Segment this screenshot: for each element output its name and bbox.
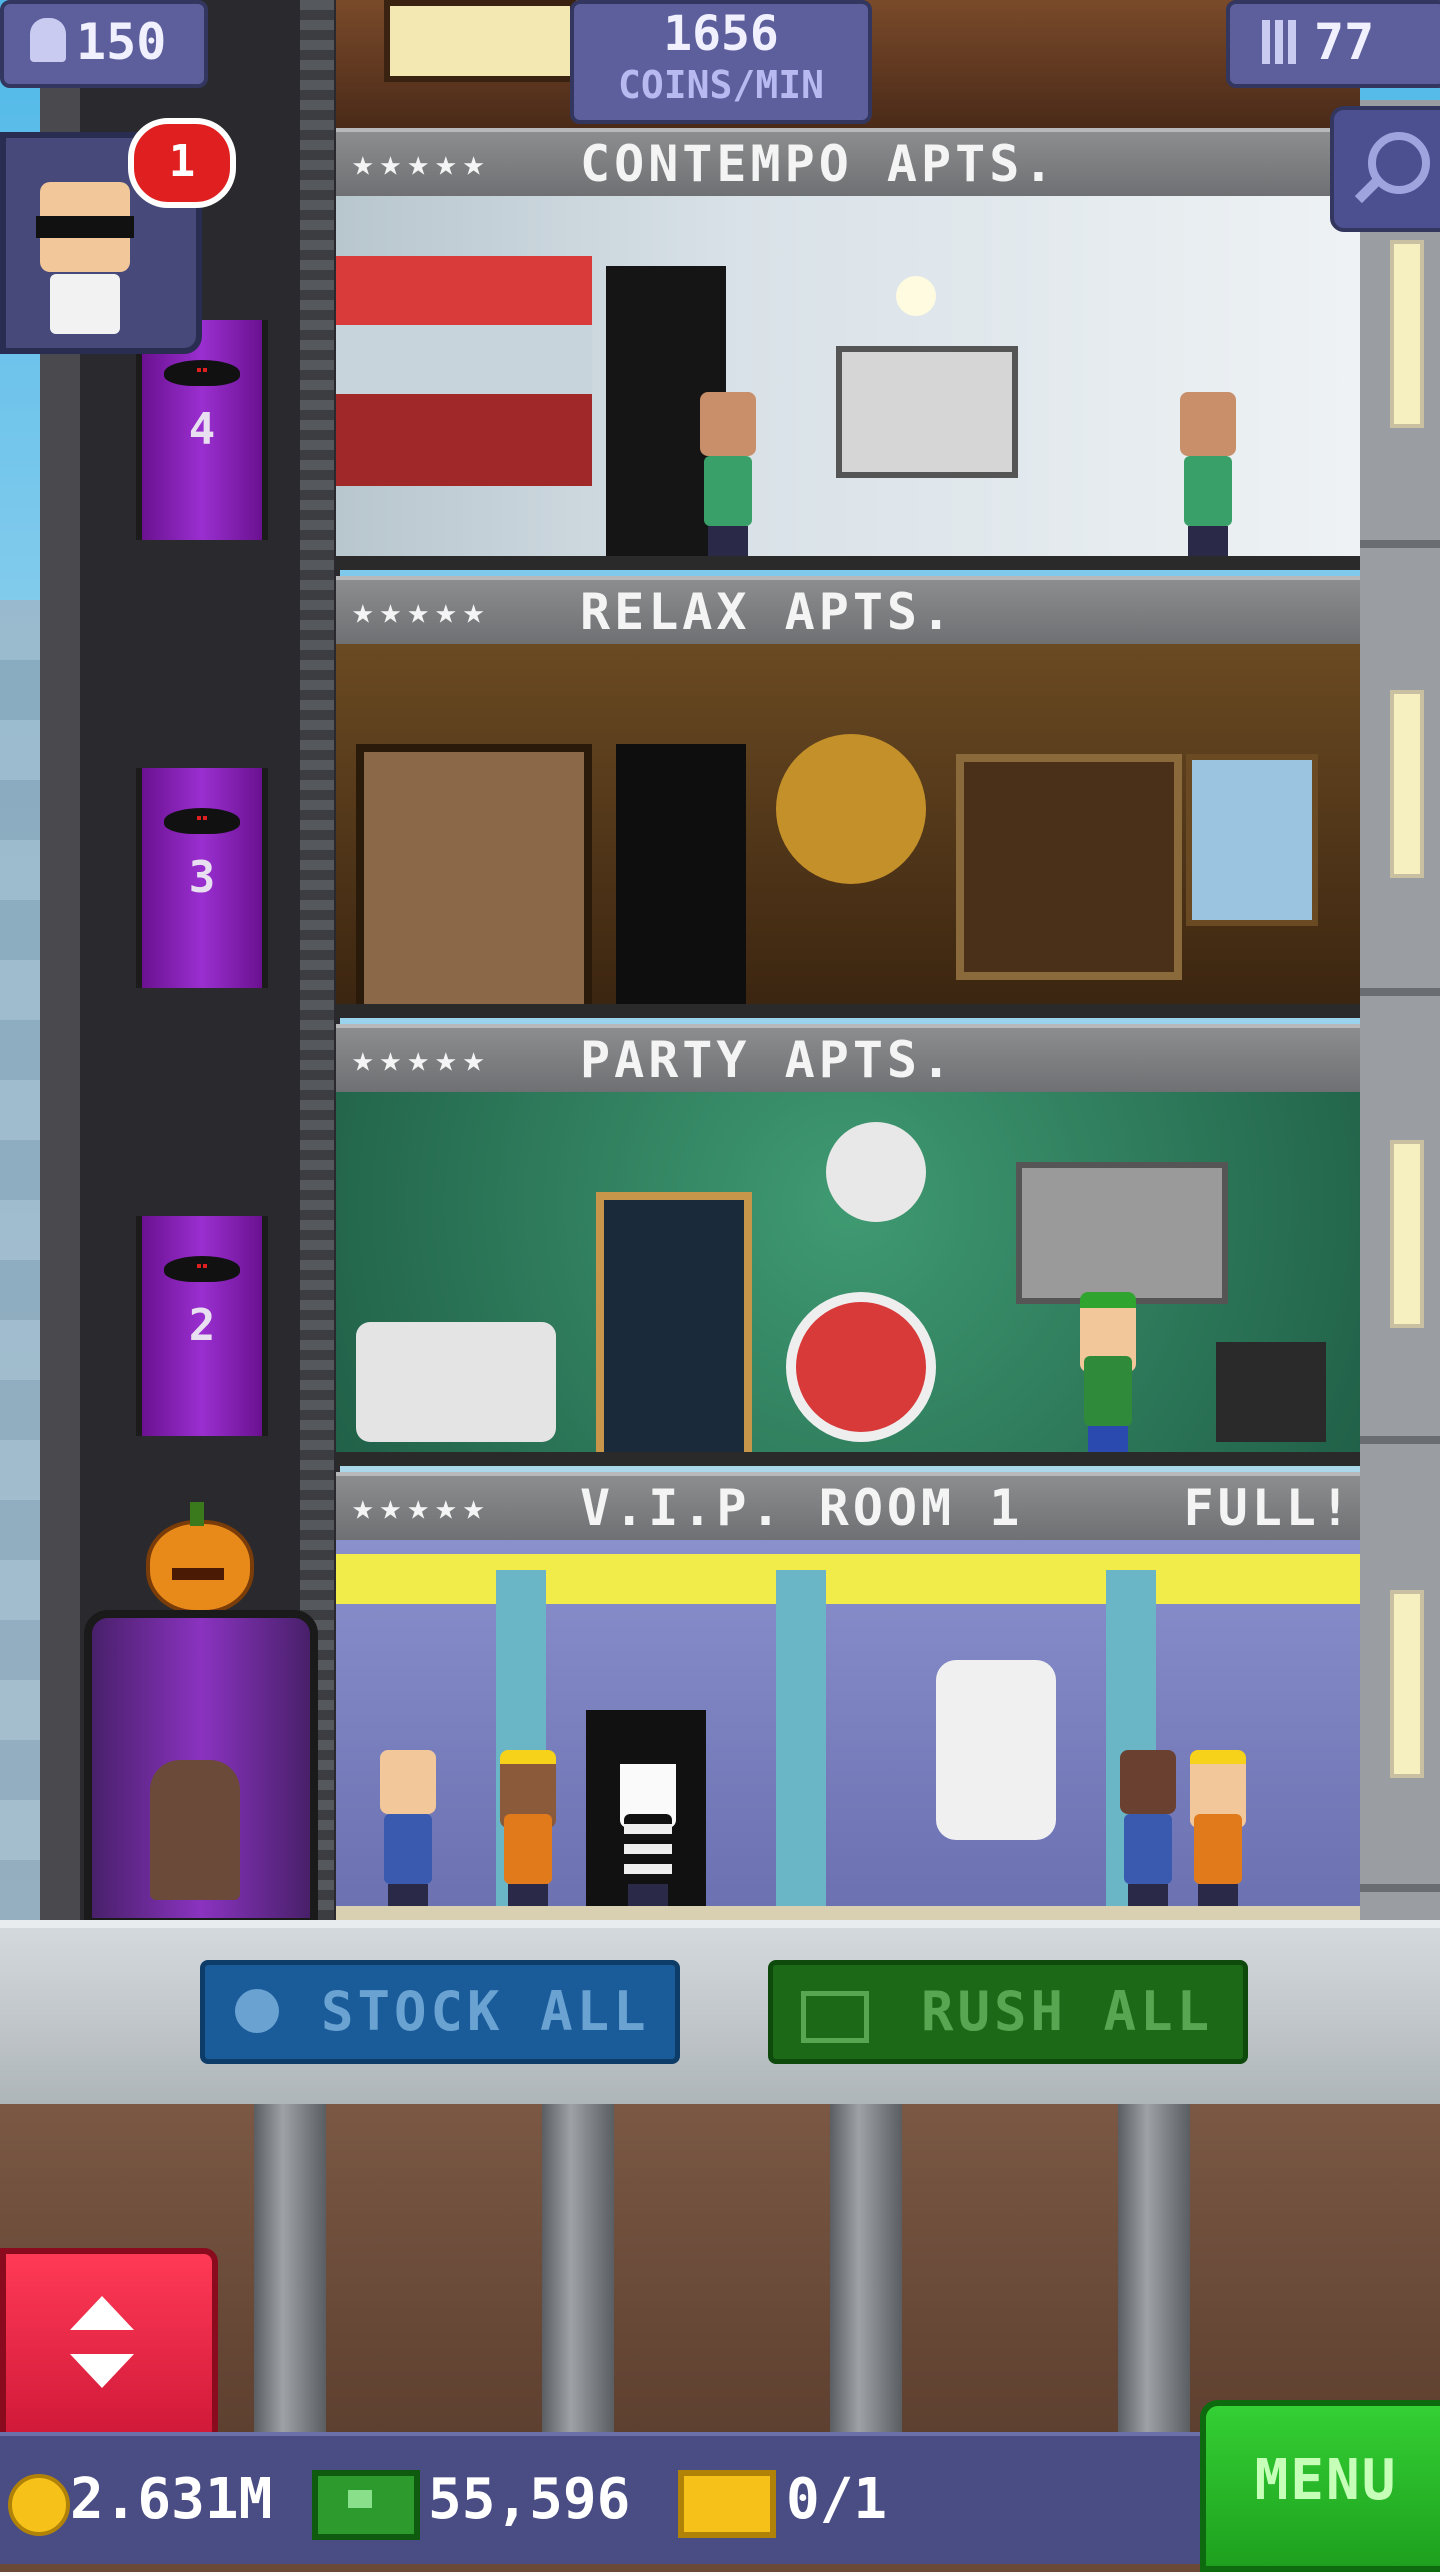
notification-badge[interactable]: 1 [128,118,236,208]
wall-light [1390,1140,1424,1328]
population-counter[interactable]: 150 [0,0,208,88]
avatar-shirt [50,274,120,334]
room-label-vip[interactable]: ★★★★★ V.I.P. ROOM 1 FULL! [336,1472,1360,1546]
resident[interactable] [1076,1292,1140,1462]
coins-per-min-display: 1656 COINS/MIN [570,0,872,124]
star-rating: ★★★★★ [352,591,491,632]
window-red [336,256,592,486]
stock-all-label: STOCK ALL [321,1980,650,2043]
floor-number-3: 3 [136,768,268,988]
star-rating: ★★★★★ [352,1039,491,1080]
rush-all-label: RUSH ALL [921,1980,1214,2043]
ceiling-lights [336,1554,1360,1604]
floor-count-value: 77 [1314,13,1375,71]
wall-light [1390,1590,1424,1778]
bat-icon [164,808,240,834]
star-rating: ★★★★★ [352,1487,491,1528]
up-arrow-icon [70,2296,134,2330]
lobby-pillar [830,2104,902,2434]
bat-icon [164,360,240,386]
resident[interactable] [1176,392,1240,562]
room-name: V.I.P. ROOM 1 [580,1479,1024,1537]
room-relax-apts[interactable] [336,644,1360,1018]
tickets-value[interactable]: 0/1 [786,2460,887,2540]
down-arrow-icon [70,2354,134,2388]
room-party-apts[interactable] [336,1092,1360,1466]
elevator-button[interactable] [0,2248,218,2444]
pumpkin-icon [146,1502,254,1614]
room-name: CONTEMPO APTS. [580,135,1058,193]
floor-number-2: 2 [136,1216,268,1436]
sunglasses [36,216,134,238]
magnifier-handle [1354,174,1384,204]
bux-icon [312,2470,420,2540]
floor-counter[interactable]: 77 [1226,0,1440,88]
visitor[interactable] [1116,1750,1180,1920]
door [596,1192,752,1466]
unicorn-statue [936,1660,1056,1840]
window [1186,754,1318,926]
stock-all-button[interactable]: STOCK ALL [200,1960,680,2064]
disco-ball [826,1122,926,1222]
visitor[interactable] [376,1750,440,1920]
floor-strip [336,1452,1360,1466]
star-rating: ★★★★★ [352,143,491,184]
bux-value[interactable]: 55,596 [428,2460,630,2540]
tv [1016,1162,1228,1304]
coins-per-min-label: COINS/MIN [618,63,824,107]
visitor[interactable] [616,1750,680,1920]
lobby-pillar [1118,2104,1190,2434]
room-name: RELAX APTS. [580,583,956,641]
person-icon [30,18,66,62]
tv [836,346,1018,478]
floor-strip [336,1906,1360,1920]
shoji-window [356,744,592,1018]
menu-button[interactable]: MENU [1200,2400,1440,2572]
bat-icon [164,1256,240,1282]
coin-icon [8,2474,70,2536]
lantern [776,734,926,884]
building-icon [1262,20,1296,64]
lobby-pillar [542,2104,614,2434]
room-label-party[interactable]: ★★★★★ PARTY APTS. [336,1024,1360,1098]
egg-chair [786,1292,936,1442]
wall-light [1390,690,1424,878]
visitor[interactable] [1186,1750,1250,1920]
room-contempo-apts[interactable] [336,196,1360,570]
lobby-pillar [254,2104,326,2434]
lamp [896,276,936,316]
doorway [616,744,746,1014]
golden-ticket-icon [678,2470,776,2538]
clock-icon [235,1989,279,2033]
window [384,0,576,82]
population-value: 150 [76,13,167,71]
wall-panel [956,754,1182,980]
elevator-passenger[interactable] [150,1760,240,1900]
room-full-status: FULL! [1183,1479,1354,1537]
speaker [1216,1342,1326,1442]
wall-light [1390,240,1424,428]
room-vip-room-1[interactable] [336,1540,1360,1920]
coins-per-min-value: 1656 [663,6,779,62]
room-label-relax[interactable]: ★★★★★ RELAX APTS. [336,576,1360,650]
floor-strip [336,556,1360,570]
pillar [776,1570,826,1920]
rush-all-button[interactable]: RUSH ALL [768,1960,1248,2064]
sofa [356,1322,556,1442]
room-name: PARTY APTS. [580,1031,956,1089]
search-button[interactable] [1330,106,1440,232]
visitor[interactable] [496,1750,560,1920]
room-label-contempo[interactable]: ★★★★★ CONTEMPO APTS. [336,128,1360,202]
floor-strip [336,1004,1360,1018]
coins-value[interactable]: 2.631M [70,2460,272,2540]
resident[interactable] [696,392,760,562]
bux-icon [801,1991,869,2043]
